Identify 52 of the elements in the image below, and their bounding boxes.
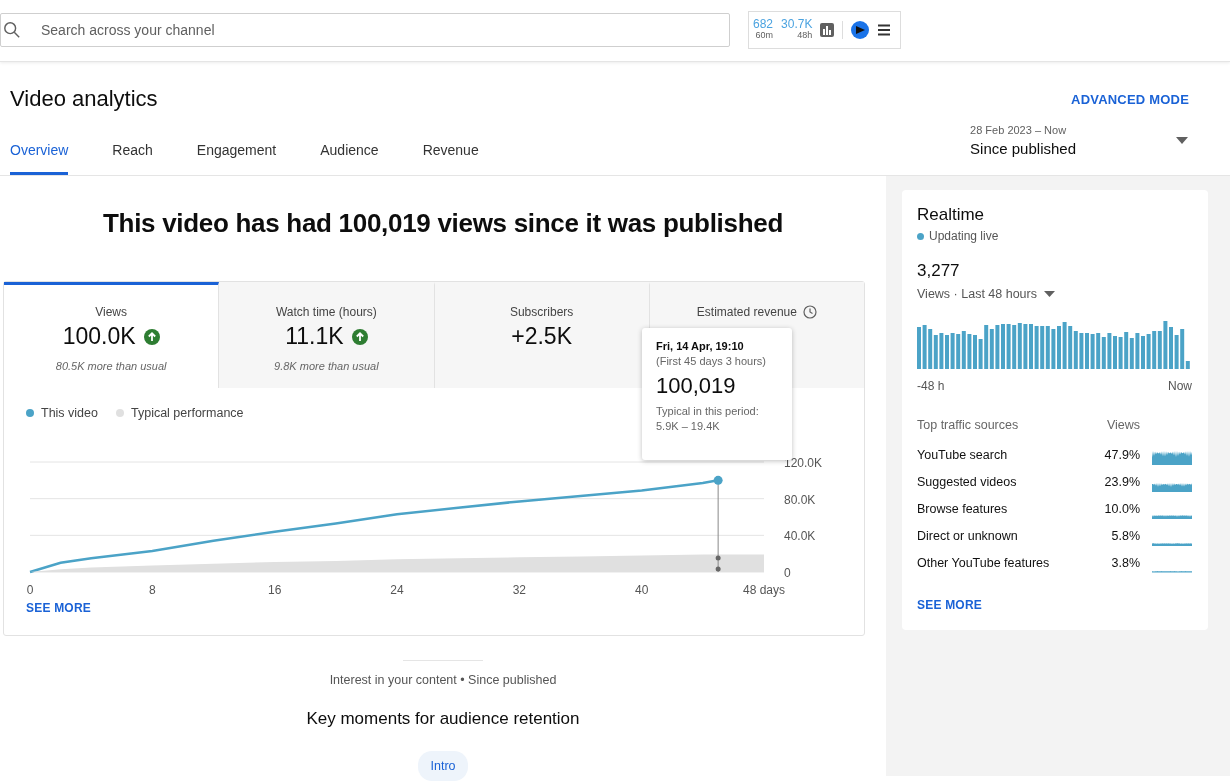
metric-label: Estimated revenue (696, 305, 797, 319)
section-title: Key moments for audience retention (306, 709, 580, 729)
stat-value: 682 (753, 18, 774, 32)
tooltip-value: 100,019 (656, 373, 737, 399)
metric-label: Views (95, 305, 127, 319)
traffic-source-share: 47.9% (1103, 447, 1140, 462)
axis-label: Now (1168, 379, 1192, 393)
axis-label: -48 h (917, 379, 945, 393)
legend-label: Typical performance (131, 406, 244, 420)
metric-label: Subscribers (509, 305, 574, 319)
stat-period: 60m (755, 31, 774, 41)
y-tick-label: 0 (784, 566, 791, 580)
tooltip-date: Fri, 14 Apr, 19:10 (656, 340, 745, 352)
x-tick-label: 48 days (743, 583, 785, 597)
traffic-source-share: 5.8% (1110, 528, 1140, 543)
realtime-title: Realtime (917, 205, 986, 225)
stat-value: 30.7K (781, 18, 813, 32)
metric-value: +2.5K (511, 323, 572, 350)
headline: This video has had 100,019 views since it was published (103, 208, 783, 239)
x-tick-label: 24 (390, 583, 404, 597)
live-status: Updating live (929, 229, 999, 243)
stat-period: 48h (797, 31, 813, 41)
column-header: Top traffic sources (917, 418, 1020, 432)
y-tick-label: 80.0K (784, 492, 816, 507)
y-tick-label: 120.0K (784, 456, 823, 470)
x-tick-label: 8 (149, 583, 156, 597)
traffic-source-name: Browse features (917, 501, 1009, 516)
x-tick-label: 32 (512, 583, 526, 597)
metric-value: 100.0K (62, 323, 136, 350)
metric-label: Watch time (hours) (275, 305, 377, 319)
page-title: Video analytics (10, 86, 158, 112)
traffic-source-name: Direct or unknown (917, 528, 1019, 543)
tooltip-typical-label: Typical in this period: (656, 405, 760, 417)
traffic-source-share: 3.8% (1110, 555, 1140, 570)
x-tick-label: 40 (635, 583, 649, 597)
column-header: Views (1105, 418, 1140, 432)
traffic-source-share: 23.9% (1103, 474, 1140, 489)
x-tick-label: 16 (268, 583, 282, 597)
metric-value: 11.1K (285, 323, 344, 350)
traffic-source-name: YouTube search (917, 447, 1009, 462)
y-tick-label: 40.0K (784, 529, 816, 544)
metric-note: 9.8K more than usual (274, 360, 379, 372)
traffic-source-share: 10.0% (1103, 501, 1140, 516)
metric-note: 80.5K more than usual (55, 360, 167, 372)
traffic-source-name: Other YouTube features (917, 555, 1051, 570)
tooltip-period: (First 45 days 3 hours) (656, 355, 768, 367)
legend-label: This video (41, 406, 98, 420)
traffic-source-name: Suggested videos (917, 474, 1018, 489)
x-tick-label: 0 (26, 583, 34, 597)
realtime-count: 3,277 (917, 261, 961, 281)
section-caption: Interest in your content • Since published (329, 673, 557, 687)
tooltip-typical-range: 5.9K – 19.4K (656, 420, 721, 432)
